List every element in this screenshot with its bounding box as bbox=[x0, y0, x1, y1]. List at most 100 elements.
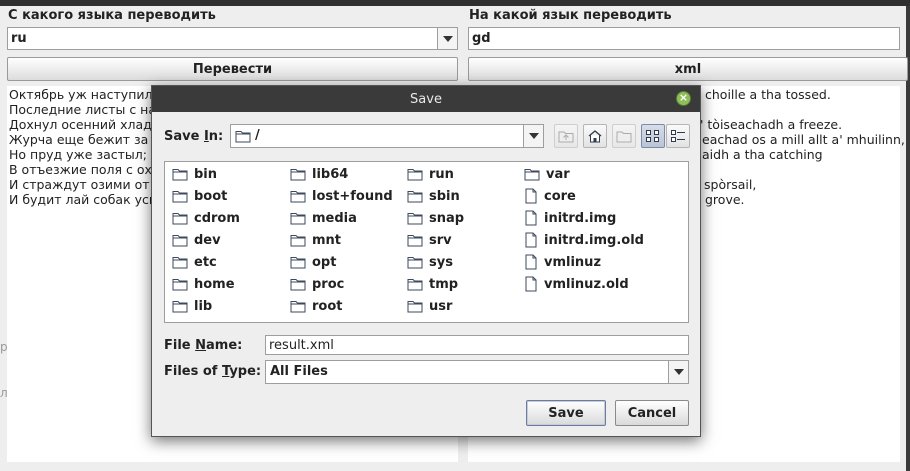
folder-icon bbox=[407, 189, 429, 203]
folder-item[interactable]: srv bbox=[407, 231, 452, 249]
list-view-icon bbox=[646, 130, 659, 142]
file-item[interactable]: core bbox=[524, 187, 576, 205]
new-folder-button[interactable] bbox=[612, 124, 636, 148]
folder-item[interactable]: bin bbox=[172, 165, 217, 183]
target-line: choille a tha tossed. bbox=[705, 87, 831, 102]
file-item[interactable]: initrd.img.old bbox=[524, 231, 644, 249]
translate-button[interactable]: Перевести bbox=[7, 57, 458, 81]
folder-item[interactable]: sys bbox=[407, 253, 453, 271]
file-icon bbox=[524, 210, 544, 226]
folder-icon bbox=[290, 255, 312, 269]
chevron-down-icon[interactable] bbox=[523, 125, 543, 147]
file-item-label: cdrom bbox=[194, 210, 240, 226]
folder-item[interactable]: root bbox=[290, 297, 343, 315]
folder-icon bbox=[290, 167, 312, 181]
file-item-label: opt bbox=[312, 254, 337, 270]
background-text-fragment: л bbox=[0, 386, 8, 400]
file-item-label: lost+found bbox=[312, 188, 393, 204]
folder-item[interactable]: mnt bbox=[290, 231, 341, 249]
folder-icon bbox=[172, 167, 194, 181]
folder-item[interactable]: lib bbox=[172, 297, 212, 315]
xml-button[interactable]: xml bbox=[468, 57, 908, 81]
folder-item[interactable]: tmp bbox=[407, 275, 458, 293]
target-line: spòrsail, bbox=[704, 177, 757, 192]
file-item[interactable]: initrd.img bbox=[524, 209, 616, 227]
file-item-label: media bbox=[312, 210, 357, 226]
folder-item[interactable]: proc bbox=[290, 275, 344, 293]
home-button[interactable] bbox=[583, 124, 607, 148]
folder-item[interactable]: opt bbox=[290, 253, 336, 271]
folder-item[interactable]: var bbox=[524, 165, 570, 183]
file-icon bbox=[524, 276, 544, 292]
target-language-combo[interactable]: gd bbox=[468, 27, 900, 50]
chevron-down-icon[interactable] bbox=[668, 361, 688, 383]
file-item-label: initrd.img bbox=[544, 210, 617, 226]
target-language-value: gd bbox=[472, 31, 491, 46]
folder-item[interactable]: media bbox=[290, 209, 357, 227]
file-item-label: srv bbox=[429, 232, 452, 248]
folder-icon bbox=[290, 277, 312, 291]
folder-item[interactable]: sbin bbox=[407, 187, 460, 205]
folder-item[interactable]: lost+found bbox=[290, 187, 393, 205]
target-line: aidh a tha catching bbox=[702, 147, 823, 162]
folder-icon bbox=[172, 189, 194, 203]
chevron-down-icon[interactable] bbox=[437, 28, 457, 49]
folder-icon bbox=[172, 211, 194, 225]
folder-item[interactable]: lib64 bbox=[290, 165, 348, 183]
file-item-label: tmp bbox=[429, 276, 459, 292]
file-item-label: snap bbox=[429, 210, 465, 226]
file-type-label: Files of Type: bbox=[164, 364, 262, 379]
up-one-level-button[interactable] bbox=[554, 124, 578, 148]
details-view-button[interactable] bbox=[666, 124, 690, 148]
file-icon bbox=[524, 254, 544, 270]
folder-icon bbox=[290, 211, 312, 225]
source-language-value: ru bbox=[11, 31, 27, 46]
new-folder-icon bbox=[616, 131, 632, 143]
source-language-combo[interactable]: ru bbox=[7, 27, 458, 50]
file-item[interactable]: vmlinuz.old bbox=[524, 275, 629, 293]
folder-item[interactable]: usr bbox=[407, 297, 452, 315]
target-line: eachad os a mill allt a' mhuilinn, bbox=[702, 132, 905, 147]
folder-icon bbox=[172, 233, 194, 247]
dialog-title: Save bbox=[410, 91, 442, 107]
list-view-button[interactable] bbox=[641, 124, 665, 148]
folder-item[interactable]: run bbox=[407, 165, 454, 183]
folder-icon bbox=[407, 167, 429, 181]
file-item-label: dev bbox=[194, 232, 221, 248]
folder-icon bbox=[407, 299, 429, 313]
file-item-label: mnt bbox=[312, 232, 342, 248]
folder-icon bbox=[172, 299, 194, 313]
source-line: Журча еще бежит за м bbox=[9, 132, 162, 147]
folder-icon bbox=[172, 277, 194, 291]
target-line: ' tòiseachadh a freeze. bbox=[700, 117, 843, 132]
file-item-label: vmlinuz.old bbox=[544, 276, 629, 292]
folder-item[interactable]: dev bbox=[172, 231, 221, 249]
save-dialog: Save × Save In: / bin boot cdrom dev etc home… bbox=[151, 85, 701, 437]
folder-item[interactable]: snap bbox=[407, 209, 464, 227]
file-name-input[interactable] bbox=[265, 335, 689, 355]
up-one-level-icon bbox=[558, 131, 574, 143]
file-icon bbox=[524, 232, 544, 248]
folder-icon bbox=[172, 255, 194, 269]
file-item-label: etc bbox=[194, 254, 217, 270]
source-line: Но пруд уже застыл; с bbox=[9, 147, 158, 162]
file-list[interactable]: bin boot cdrom dev etc home lib lib64 lost+found… bbox=[164, 161, 689, 323]
folder-item[interactable]: home bbox=[172, 275, 235, 293]
dialog-titlebar[interactable]: Save × bbox=[152, 86, 700, 112]
close-icon[interactable]: × bbox=[676, 91, 691, 106]
cancel-button[interactable]: Cancel bbox=[615, 400, 689, 426]
folder-item[interactable]: boot bbox=[172, 187, 227, 205]
file-type-combo[interactable]: All Files bbox=[265, 360, 689, 384]
file-item-label: root bbox=[312, 298, 343, 314]
file-item[interactable]: vmlinuz bbox=[524, 253, 601, 271]
file-item-label: sbin bbox=[429, 188, 460, 204]
save-button[interactable]: Save bbox=[526, 400, 606, 426]
file-item-label: var bbox=[546, 166, 570, 182]
folder-item[interactable]: etc bbox=[172, 253, 217, 271]
home-icon bbox=[588, 130, 602, 143]
folder-item[interactable]: cdrom bbox=[172, 209, 240, 227]
file-item-label: home bbox=[194, 276, 235, 292]
source-line: Дохнул осенний хлад - bbox=[9, 117, 161, 132]
source-line: Последние листы с на bbox=[9, 102, 156, 117]
save-in-combo[interactable]: / bbox=[230, 124, 544, 148]
